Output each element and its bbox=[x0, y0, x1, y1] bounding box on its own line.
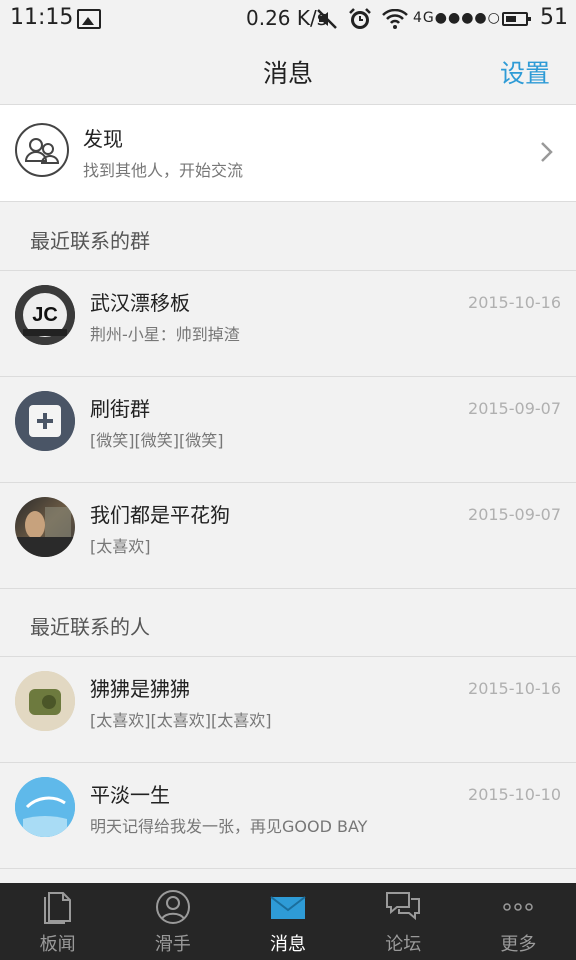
section-title: 最近联系的人 bbox=[30, 615, 150, 639]
discover-row[interactable]: 发现 找到其他人，开始交流 bbox=[0, 104, 576, 202]
chevron-right-icon bbox=[541, 142, 553, 162]
status-bar: 11:15 0.26 K/s 4G●●●●○ 51 bbox=[0, 0, 576, 38]
conversation-last-message: 明天记得给我发一张，再见GOOD BAY bbox=[90, 817, 368, 836]
conversation-row[interactable]: 平淡一生 明天记得给我发一张，再见GOOD BAY 2015-10-10 bbox=[0, 763, 576, 869]
conversation-date: 2015-10-10 bbox=[468, 785, 561, 804]
tab-news[interactable]: 板闻 bbox=[0, 883, 115, 960]
mute-icon bbox=[317, 9, 337, 29]
battery-icon bbox=[502, 12, 531, 26]
conversation-name: 武汉漂移板 bbox=[90, 291, 190, 315]
conversation-row[interactable]: 狒狒是狒狒 [太喜欢][太喜欢][太喜欢] 2015-10-16 bbox=[0, 657, 576, 763]
status-battery-level: 51 bbox=[540, 5, 568, 30]
status-icons bbox=[316, 7, 408, 31]
avatar bbox=[15, 671, 75, 731]
conversation-last-message: [太喜欢][太喜欢][太喜欢] bbox=[90, 711, 272, 730]
alarm-icon bbox=[349, 8, 371, 29]
conversation-name: 平淡一生 bbox=[90, 783, 170, 807]
status-network: 4G●●●●○ bbox=[413, 10, 501, 26]
wifi-icon bbox=[382, 9, 408, 29]
discover-subtitle: 找到其他人，开始交流 bbox=[83, 161, 244, 180]
conversation-row[interactable]: 我们都是平花狗 [太喜欢] 2015-09-07 bbox=[0, 483, 576, 589]
section-header-groups: 最近联系的群 bbox=[0, 203, 576, 271]
tab-more[interactable]: 更多 bbox=[461, 883, 576, 960]
avatar-text: JC bbox=[32, 304, 58, 326]
envelope-icon bbox=[270, 896, 306, 919]
document-icon bbox=[43, 892, 71, 924]
conversation-name: 刷街群 bbox=[90, 397, 150, 421]
section-header-people: 最近联系的人 bbox=[0, 589, 576, 657]
conversation-row[interactable]: 刷街群 [微笑][微笑][微笑] 2015-09-07 bbox=[0, 377, 576, 483]
section-title: 最近联系的群 bbox=[30, 229, 150, 253]
tab-messages[interactable]: 消息 bbox=[230, 883, 345, 960]
conversation-last-message: 荆州-小星：帅到掉渣 bbox=[90, 325, 240, 344]
conversation-row[interactable]: JC 武汉漂移板 荆州-小星：帅到掉渣 2015-10-16 bbox=[0, 271, 576, 377]
tab-riders[interactable]: 滑手 bbox=[115, 883, 230, 960]
conversation-name: 我们都是平花狗 bbox=[90, 503, 230, 527]
conversation-name: 狒狒是狒狒 bbox=[90, 677, 190, 701]
person-icon bbox=[155, 890, 190, 924]
tab-label: 滑手 bbox=[154, 934, 191, 955]
avatar: JC bbox=[15, 285, 75, 345]
conversation-last-message: [微笑][微笑][微笑] bbox=[90, 431, 224, 450]
tab-label: 更多 bbox=[500, 934, 537, 955]
header: 消息 设置 bbox=[0, 38, 576, 104]
more-dots-icon bbox=[503, 903, 534, 911]
bottom-tab-bar: 板闻 滑手 消息 论坛 更多 bbox=[0, 883, 576, 960]
conversation-date: 2015-10-16 bbox=[468, 679, 561, 698]
people-icon bbox=[15, 123, 69, 177]
page-title: 消息 bbox=[262, 59, 313, 88]
tab-label: 板闻 bbox=[39, 934, 76, 955]
chat-bubbles-icon bbox=[386, 892, 421, 921]
image-notification-icon bbox=[77, 9, 101, 29]
status-time: 11:15 bbox=[10, 5, 74, 30]
conversation-date: 2015-09-07 bbox=[468, 399, 561, 418]
status-net-speed: 0.26 K/s bbox=[246, 6, 328, 30]
add-group-avatar-icon bbox=[15, 391, 75, 451]
discover-title: 发现 bbox=[83, 127, 123, 151]
avatar bbox=[15, 497, 75, 557]
conversation-date: 2015-10-16 bbox=[468, 293, 561, 312]
conversation-last-message: [太喜欢] bbox=[90, 537, 151, 556]
conversation-date: 2015-09-07 bbox=[468, 505, 561, 524]
avatar bbox=[15, 777, 75, 837]
settings-button[interactable]: 设置 bbox=[500, 54, 550, 90]
tab-label: 消息 bbox=[270, 934, 306, 955]
tab-forum[interactable]: 论坛 bbox=[346, 883, 461, 960]
tab-label: 论坛 bbox=[385, 934, 422, 955]
